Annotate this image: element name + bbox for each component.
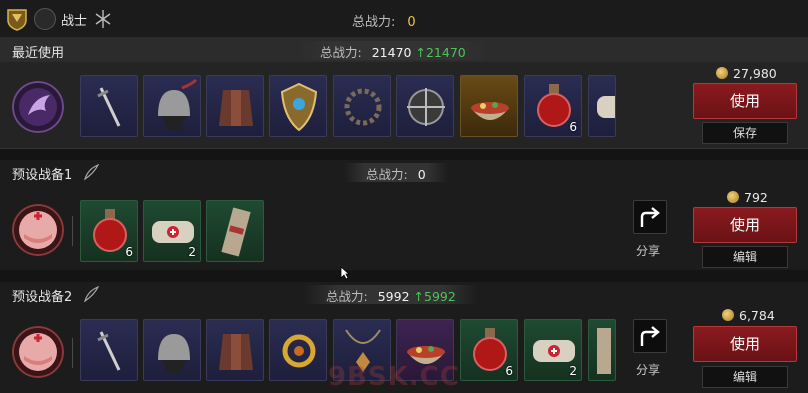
item-slot-splint[interactable] (588, 319, 616, 381)
top-bar: 战士 总战力: 0 (0, 0, 808, 38)
divider (72, 338, 73, 368)
share-button[interactable] (633, 319, 667, 353)
recent-title: 最近使用 (12, 46, 65, 61)
item-slot-amulet[interactable] (269, 319, 327, 381)
item-slot-sword[interactable] (80, 319, 138, 381)
helmet-icon (158, 334, 190, 374)
bandage-icon (597, 96, 615, 118)
preset1-title: 预设战备1 (12, 168, 73, 183)
item-slot-sword[interactable] (80, 75, 138, 137)
mouse-cursor-icon (340, 266, 350, 280)
share-button[interactable] (633, 200, 667, 234)
preset2-price-value: 6,784 (739, 308, 775, 323)
item-slot-armor[interactable] (206, 75, 264, 137)
shield-icon (280, 82, 318, 132)
item-slot-bandage[interactable]: 2 (143, 200, 201, 262)
rename-feather-icon[interactable] (82, 163, 100, 181)
preset1-edit-button[interactable]: 编辑 (702, 246, 788, 268)
splint-icon (597, 328, 611, 374)
armor-icon (219, 90, 253, 126)
class-crest-icon (95, 10, 111, 28)
preset2-header: 预设战备2 总战力: 5992 ↑5992 (0, 282, 808, 306)
item-slot-helmet[interactable] (143, 319, 201, 381)
preset2-price: 6,784 (722, 308, 775, 323)
gold-amulet-icon (282, 334, 316, 368)
item-count: 6 (125, 245, 133, 259)
share-label: 分享 (636, 363, 661, 377)
divider (72, 216, 73, 246)
preset2-power-gain: ↑5992 (413, 289, 456, 304)
top-power-value: 0 (407, 15, 416, 30)
food-bowl-icon (471, 102, 509, 120)
share-label: 分享 (636, 244, 661, 258)
item-slot-potion[interactable]: 6 (524, 75, 582, 137)
item-count: 2 (569, 364, 577, 378)
item-slot-armor[interactable] (206, 319, 264, 381)
item-slot-ring[interactable] (333, 75, 391, 137)
item-slot-potion[interactable]: 6 (460, 319, 518, 381)
top-power-label: 总战力: (352, 15, 396, 30)
splint-icon (221, 207, 251, 257)
item-count: 2 (188, 245, 196, 259)
thorn-ring-icon (344, 88, 382, 126)
recent-loadout: 最近使用 总战力: 21470 ↑21470 6 27,980 使用 保存 (0, 38, 808, 149)
item-slot-bandage[interactable]: 2 (524, 319, 582, 381)
item-slot-splint[interactable] (206, 200, 264, 262)
cake-set-icon[interactable] (12, 204, 64, 256)
preset2-use-button[interactable]: 使用 (693, 326, 797, 362)
recent-power-label: 总战力: (320, 45, 362, 60)
class-name: 战士 (61, 14, 88, 29)
wing-set-icon[interactable] (12, 81, 64, 133)
recent-power: 总战力: 21470 ↑21470 (298, 41, 488, 60)
top-total-power: 总战力: 0 (352, 11, 416, 30)
recent-power-value: 21470 (371, 45, 412, 60)
save-button[interactable]: 保存 (702, 122, 788, 144)
recent-header: 最近使用 总战力: 21470 ↑21470 (0, 38, 808, 62)
preset1-use-button[interactable]: 使用 (693, 207, 797, 243)
helmet-icon (158, 78, 198, 130)
preset2-power-value: 5992 (377, 289, 410, 304)
coin-icon (716, 67, 728, 79)
preset2-title: 预设战备2 (12, 290, 73, 305)
share-icon (640, 207, 660, 227)
preset1-price: 792 (727, 190, 768, 205)
item-slot-amulet[interactable] (396, 75, 454, 137)
preset1-power-value: 0 (417, 167, 426, 182)
preset2-power-label: 总战力: (326, 289, 368, 304)
item-count: 6 (505, 364, 513, 378)
cake-set-icon[interactable] (12, 326, 64, 378)
avatar[interactable] (34, 8, 56, 30)
item-slot-shield[interactable] (269, 75, 327, 137)
sword-icon (97, 331, 121, 371)
preset1-price-value: 792 (744, 190, 768, 205)
sword-icon (97, 87, 121, 127)
item-slot-food[interactable] (460, 75, 518, 137)
share-icon (640, 326, 660, 346)
recent-price-value: 27,980 (733, 66, 777, 81)
recent-power-gain: ↑21470 (415, 45, 466, 60)
rename-feather-icon[interactable] (82, 285, 100, 303)
preset2-power: 总战力: 5992 ↑5992 (304, 285, 478, 304)
item-slot-potion[interactable]: 6 (80, 200, 138, 262)
preset1-header: 预设战备1 总战力: 0 (0, 160, 808, 184)
item-slot-bandage[interactable] (588, 75, 616, 137)
coin-icon (727, 191, 739, 203)
preset2-edit-button[interactable]: 编辑 (702, 366, 788, 388)
compass-amulet-icon (407, 88, 445, 126)
recent-price: 27,980 (716, 66, 777, 81)
watermark: 9BSK.CC (328, 362, 460, 392)
recent-use-button[interactable]: 使用 (693, 83, 797, 119)
item-slot-helmet[interactable] (143, 75, 201, 137)
preset1-power: 总战力: 0 (344, 163, 448, 182)
coin-icon (722, 309, 734, 321)
preset1-power-label: 总战力: (366, 167, 408, 182)
preset-loadout-1: 预设战备1 总战力: 0 6 2 分享 792 使用 编辑 (0, 160, 808, 270)
armor-icon (219, 334, 253, 370)
item-count: 6 (569, 120, 577, 134)
rank-badge-icon (7, 9, 27, 31)
